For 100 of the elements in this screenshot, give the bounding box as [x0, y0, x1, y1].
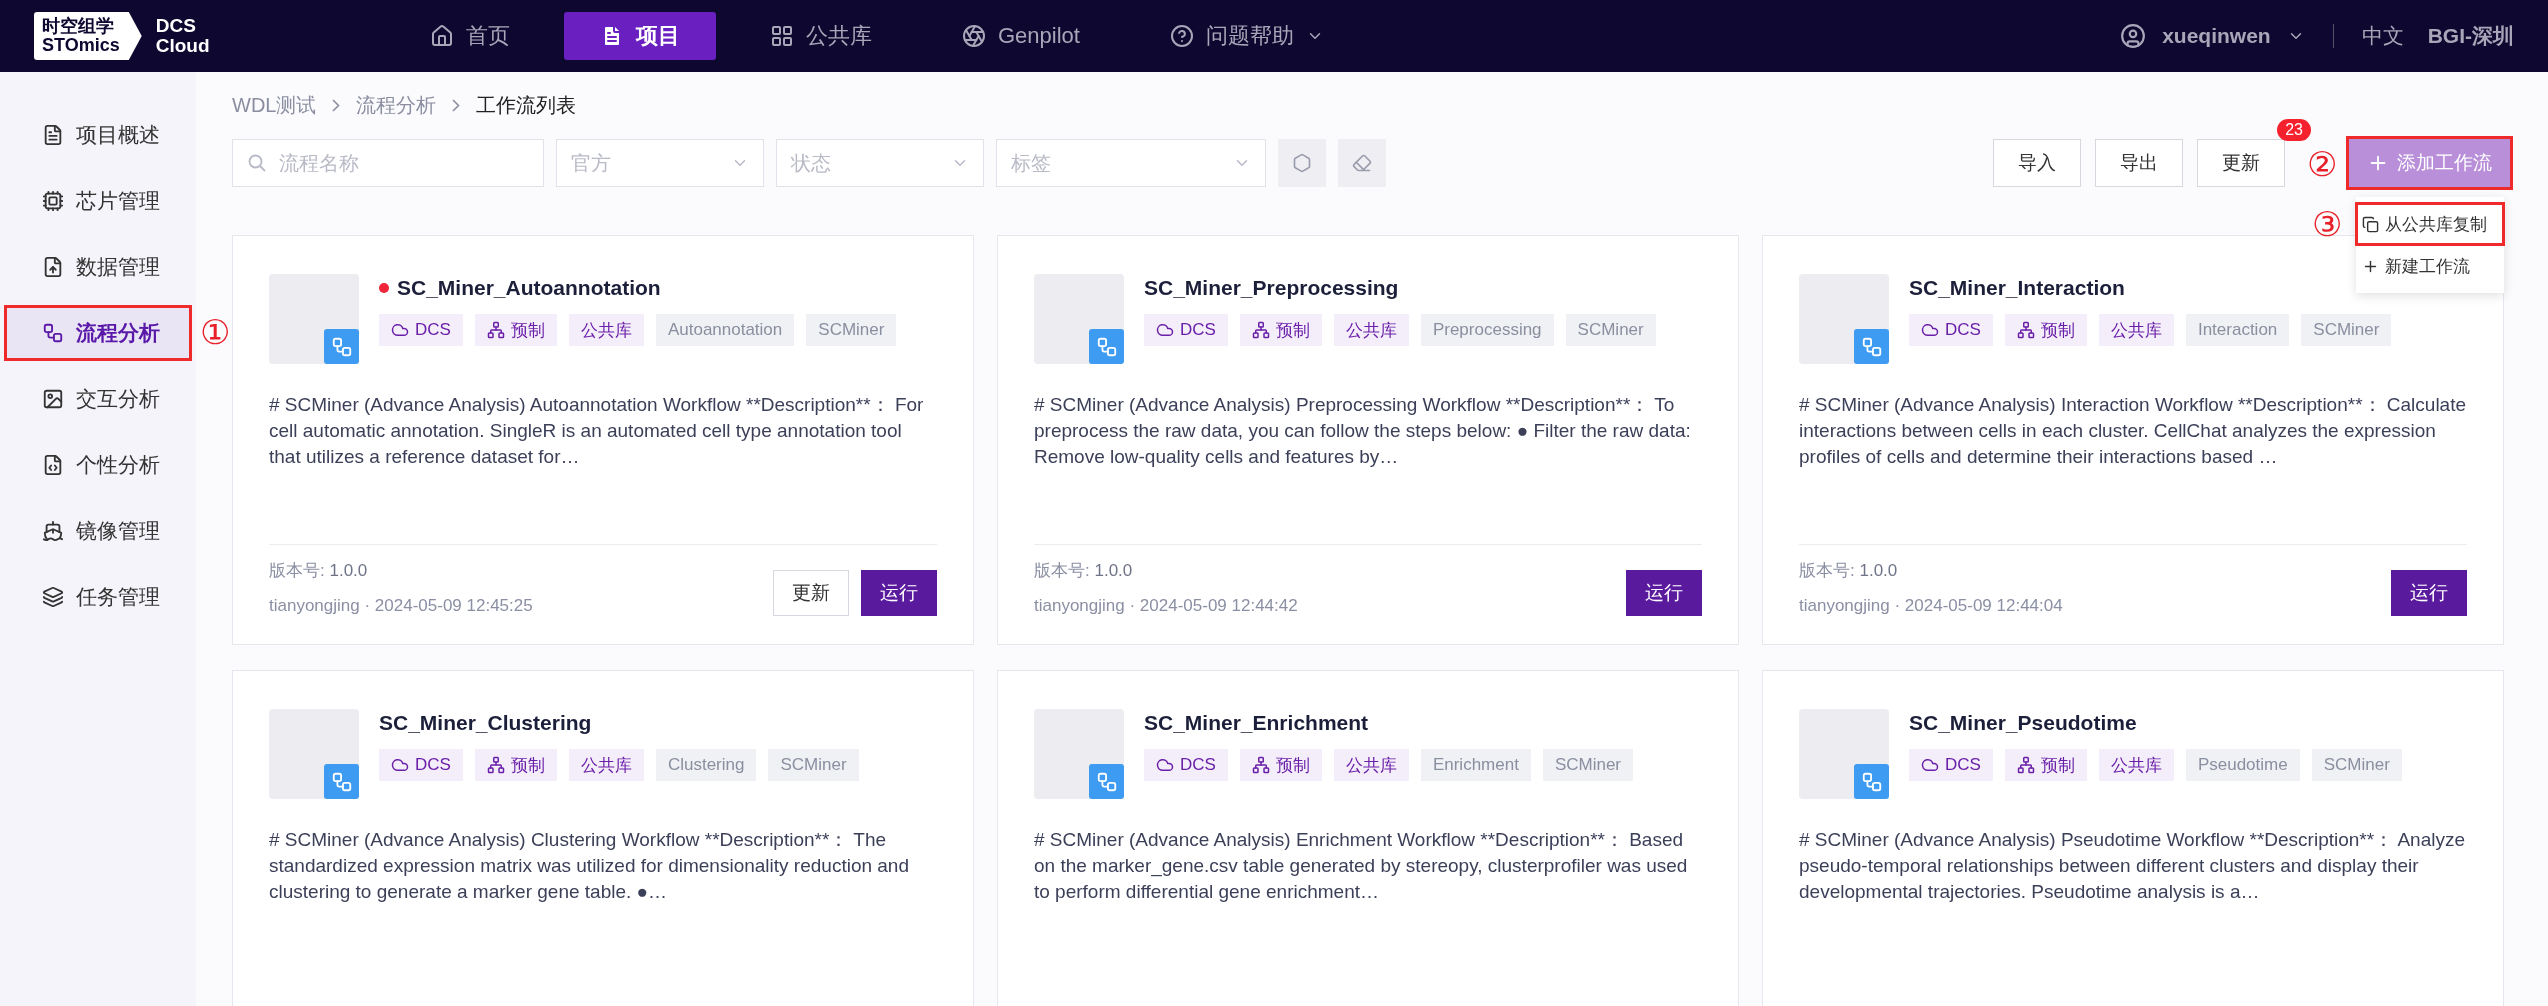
image-icon [42, 388, 64, 410]
action-button[interactable]: 更新 [2197, 139, 2285, 187]
chevron-icon [332, 99, 341, 112]
chip-icon [42, 190, 64, 212]
workflow-title[interactable]: SC_Miner_Autoannotation [397, 276, 661, 300]
clear-button[interactable] [1338, 139, 1386, 187]
run-button[interactable]: 运行 [861, 570, 937, 616]
layers-icon [42, 586, 64, 608]
workflow-title[interactable]: SC_Miner_Enrichment [1144, 711, 1369, 735]
hierarchy-icon [486, 756, 505, 774]
user-name[interactable]: xueqinwen [2162, 24, 2271, 48]
hierarchy-icon [2016, 321, 2035, 339]
help-icon [1169, 24, 1194, 48]
run-button[interactable]: 运行 [1626, 570, 1702, 616]
tag: 公共库 [1333, 314, 1409, 346]
workflow-description: # SCMiner (Advance Analysis) Enrichment Workflow **Description**： Based on the marker_gene.csv table generated by stereopy, clusterprofiler was used to perform differential gene enrichment… [1034, 828, 1689, 904]
search-field[interactable]: 流程名称 [232, 139, 544, 187]
cloud-icon [1921, 756, 1939, 774]
workflow-description: # SCMiner (Advance Analysis) Clustering Workflow **Description**： The standardized expression matrix was utilized for dimensionality reduction and clustering to generate a marker gene table. ●… [269, 828, 910, 904]
annotation-number: ② [2307, 147, 2338, 181]
tag: Autoannotation [655, 314, 795, 346]
cloud-icon [1921, 321, 1939, 339]
tag: 预制 [1239, 314, 1322, 346]
document-icon [42, 124, 64, 146]
tag: 公共库 [2098, 749, 2174, 781]
menu-item[interactable]: 新建工作流 [2356, 245, 2504, 287]
ship-icon [42, 520, 64, 542]
workflow-description: # SCMiner (Advance Analysis) Preprocessing Workflow **Description**： To preprocess the raw data, you can follow the steps below: ● Filter the raw data: Remove low-quality cells and features by… [1034, 393, 1692, 469]
sidebar-item[interactable]: 镜像管理 [4, 503, 192, 559]
run-button[interactable]: 运行 [2391, 570, 2467, 616]
hierarchy-icon [1251, 756, 1270, 774]
sidebar-item[interactable]: 数据管理 [4, 239, 192, 295]
tag: SCMiner [806, 314, 897, 346]
flowchart-icon [1089, 329, 1124, 364]
tag: Enrichment [1420, 749, 1531, 781]
tag: SCMiner [2301, 314, 2392, 346]
nav-tab[interactable]: 首页 [394, 12, 546, 60]
workflow-title[interactable]: SC_Miner_Preprocessing [1144, 276, 1399, 300]
count-badge: 23 [2277, 119, 2311, 141]
breadcrumb-item: 工作流列表 [476, 93, 577, 118]
tag: 公共库 [568, 314, 644, 346]
action-button[interactable]: 导出 [2095, 139, 2183, 187]
flowchart-icon [324, 329, 359, 364]
nav-tab[interactable]: 项目 [564, 12, 716, 60]
hierarchy-icon [486, 321, 505, 339]
file-upload-icon [42, 256, 64, 278]
workflow-title[interactable]: SC_Miner_Clustering [379, 711, 592, 735]
tag: 公共库 [1333, 749, 1409, 781]
update-button[interactable]: 更新 [773, 570, 849, 616]
sidebar-item[interactable]: 芯片管理 [4, 173, 192, 229]
sidebar-item[interactable]: 项目概述 [4, 107, 192, 163]
flowchart-icon [1854, 764, 1889, 799]
cloud-icon [1156, 756, 1174, 774]
tag: 公共库 [568, 749, 644, 781]
action-button[interactable]: 导入 [1993, 139, 2081, 187]
product-name: DCS Cloud [155, 16, 210, 56]
tag: Preprocessing [1420, 314, 1554, 346]
nav-tab[interactable]: Genpilot [926, 12, 1116, 60]
region-name[interactable]: BGI-深圳 [2427, 22, 2514, 50]
annotation-number: ③ [2312, 207, 2343, 241]
hierarchy-icon [1251, 321, 1270, 339]
tag: 预制 [474, 314, 557, 346]
settings-button[interactable] [1278, 139, 1326, 187]
eraser-icon [1352, 153, 1372, 173]
flowchart-icon [42, 322, 64, 344]
flowchart-icon [1089, 764, 1124, 799]
sidebar-item[interactable]: 任务管理 [4, 569, 192, 625]
sidebar-item[interactable]: 个性分析 [4, 437, 192, 493]
tag: 公共库 [2098, 314, 2174, 346]
version-text: 版本号: 1.0.0 [1034, 560, 1134, 582]
aperture-icon [962, 24, 986, 48]
sidebar-item[interactable]: 流程分析 [4, 305, 192, 361]
brand-logo: 时空组学 STOmics [34, 12, 142, 60]
workflow-title[interactable]: SC_Miner_Pseudotime [1909, 711, 2137, 735]
menu-item[interactable]: 从公共库复制 [2356, 203, 2504, 245]
tag: DCS [379, 314, 463, 346]
tag: SCMiner [768, 749, 859, 781]
tag: DCS [1909, 314, 1993, 346]
hierarchy-icon [2016, 756, 2035, 774]
nav-tab[interactable]: 问题帮助 [1133, 12, 1360, 60]
grid-icon [770, 24, 794, 48]
tag: Clustering [655, 749, 757, 781]
cloud-icon [391, 756, 409, 774]
copy-icon [2362, 215, 2379, 233]
workflow-description: # SCMiner (Advance Analysis) Autoannotation Workflow **Description**： For cell automatic annotation. SingleR is an automated cell type annotation tool that utilizes a reference dataset for… [269, 393, 925, 469]
tag: 预制 [2004, 314, 2087, 346]
tag: DCS [1144, 314, 1228, 346]
workflow-description: # SCMiner (Advance Analysis) Pseudotime Workflow **Description**： Analyze pseudo-temporal relationships between different clusters and display their developmental trajectories. Pseudotime analysis is a… [1799, 828, 2466, 904]
workflow-title[interactable]: SC_Miner_Interaction [1909, 276, 2125, 300]
code-file-icon [42, 454, 64, 476]
workflow-description: # SCMiner (Advance Analysis) Interaction Workflow **Description**： Calculate interactions between cells in each cluster. CellChat analyzes the expression profiles of cells and determine their interactions based … [1799, 393, 2467, 469]
nav-tab[interactable]: 公共库 [734, 12, 908, 60]
tag: SCMiner [1542, 749, 1633, 781]
sidebar-item[interactable]: 交互分析 [4, 371, 192, 427]
user-icon [2120, 23, 2147, 49]
language-option[interactable]: 中文 [2361, 22, 2404, 50]
tag: SCMiner [1565, 314, 1656, 346]
chevron-icon [452, 99, 461, 112]
version-text: 版本号: 1.0.0 [269, 560, 369, 582]
home-icon [430, 24, 454, 48]
